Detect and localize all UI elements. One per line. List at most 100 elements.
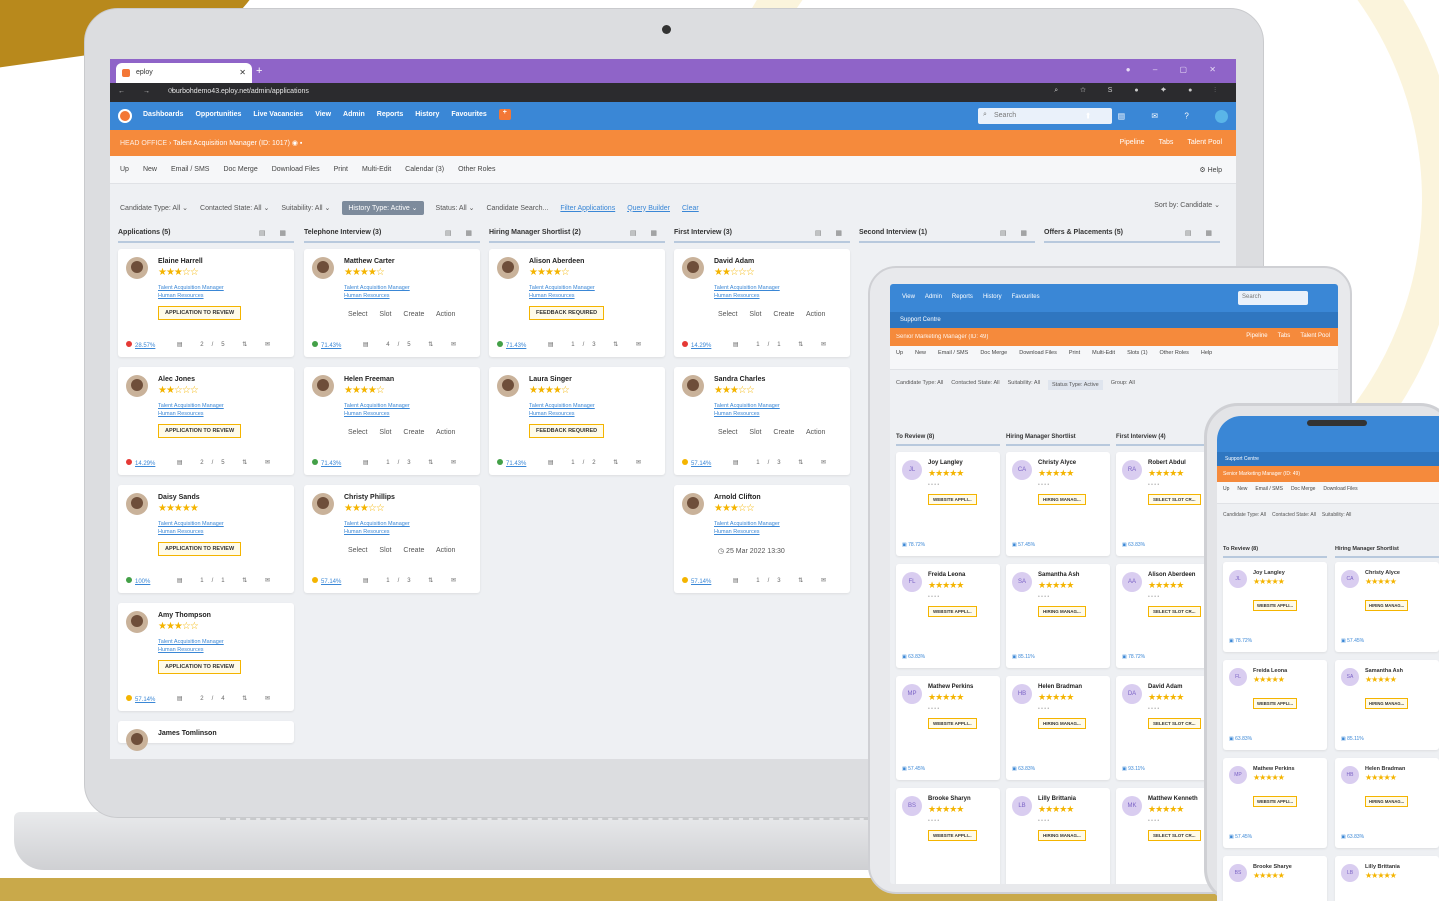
status-action-button[interactable]: SELECT SLOT CR... — [1148, 830, 1201, 841]
select-slot-actions[interactable]: Select Slot Create Action — [718, 429, 825, 436]
candidate-name[interactable]: Mathew Perkins — [1253, 766, 1295, 772]
match-percentage[interactable]: 57.14% — [691, 579, 711, 585]
match-percentage[interactable]: 100% — [135, 579, 150, 585]
user-avatar[interactable] — [1215, 110, 1228, 123]
breadcrumb[interactable]: HEAD OFFICE — [120, 140, 167, 147]
column-tools-icon[interactable]: ▤ ▦ — [630, 229, 663, 237]
tablet-nav-favourites[interactable]: Favourites — [1012, 294, 1040, 300]
status-action-button[interactable]: FEEDBACK REQUIRED — [529, 424, 605, 438]
status-action-button[interactable]: HIRING MANAG... — [1365, 698, 1409, 709]
role-department[interactable]: Human Resources — [158, 292, 268, 300]
link-clear[interactable]: Clear — [682, 205, 699, 212]
extension-icons[interactable]: ⌕ ☆ S ● ✦ ● ⋮ — [1054, 87, 1226, 95]
rating-stars[interactable]: ★★★☆☆ — [158, 267, 199, 278]
candidate-role-link[interactable]: Talent Acquisition Manager Human Resource… — [529, 402, 639, 418]
tablet-candidate-card[interactable]: HB Helen Bradman ★★★★★ • • • • HIRING MANAG.… — [1006, 676, 1110, 780]
rating-stars[interactable]: ★★★★☆ — [344, 385, 385, 396]
tablet-candidate-card[interactable]: MP Mathew Perkins ★★★★★ • • • • WEBSITE APPL… — [896, 676, 1000, 780]
match-percentage[interactable]: ▣ 63.83% — [1122, 542, 1145, 548]
role-department[interactable]: Human Resources — [714, 292, 824, 300]
role-title[interactable]: Talent Acquisition Manager — [714, 284, 824, 292]
candidate-card[interactable]: Alison Aberdeen ★★★★☆ Talent Acquisition M… — [489, 249, 665, 357]
candidate-role-link[interactable]: Talent Acquisition Manager Human Resource… — [344, 520, 454, 536]
role-title[interactable]: Talent Acquisition Manager — [158, 520, 268, 528]
candidate-name[interactable]: Alison Aberdeen — [1148, 572, 1195, 578]
phone-candidate-card[interactable]: MP Mathew Perkins ★★★★★ WEBSITE APPLI... ▣ 5… — [1223, 758, 1327, 848]
candidate-role-link[interactable]: Talent Acquisition Manager Human Resource… — [714, 284, 824, 300]
phone-toolbar-email-sms[interactable]: Email / SMS — [1255, 486, 1283, 499]
phone-candidate-card[interactable]: BS Brooke Sharye ★★★★★ — [1223, 856, 1327, 901]
role-title[interactable]: Talent Acquisition Manager — [158, 638, 268, 646]
role-department[interactable]: Human Resources — [714, 410, 824, 418]
candidate-name[interactable]: Joy Langley — [928, 460, 963, 466]
eye-icon[interactable]: ◉ — [292, 140, 298, 147]
rating-stars[interactable]: ★★★★★ — [1253, 675, 1285, 684]
tablet-toolbar-up[interactable]: Up — [896, 350, 903, 365]
status-action-button[interactable]: WEBSITE APPLI... — [1253, 796, 1297, 807]
rating-stars[interactable]: ★★★☆☆ — [714, 503, 755, 514]
status-action-button[interactable]: APPLICATION TO REVIEW — [158, 660, 242, 674]
status-action-button[interactable]: WEBSITE APPLI... — [928, 606, 977, 617]
tablet-filter-status-type[interactable]: Status Type: Active — [1048, 380, 1103, 390]
rating-stars[interactable]: ★★★★★ — [928, 692, 964, 703]
match-percentage[interactable]: ▣ 78.72% — [1122, 654, 1145, 660]
role-title[interactable]: Talent Acquisition Manager — [344, 402, 454, 410]
tablet-toolbar-slots-1[interactable]: Slots (1) — [1127, 350, 1147, 365]
phone-toolbar-up[interactable]: Up — [1223, 486, 1229, 499]
match-percentage[interactable]: 57.14% — [691, 461, 711, 467]
filter-candidate-type[interactable]: Candidate Type: All ⌄ — [120, 204, 188, 212]
rating-stars[interactable]: ★★★★☆ — [344, 267, 385, 278]
candidate-name[interactable]: Robert Abdul — [1148, 460, 1186, 466]
status-action-button[interactable]: SELECT SLOT CR... — [1148, 494, 1201, 505]
match-percentage[interactable]: ▣ 85.11% — [1012, 654, 1035, 660]
rating-stars[interactable]: ★★★★★ — [1038, 468, 1074, 479]
candidate-name[interactable]: Daisy Sands — [158, 494, 200, 501]
card-counter[interactable]: ▤ 2/5 ⇅ ✉ — [177, 341, 278, 348]
tablet-candidate-card[interactable]: BS Brooke Sharyn ★★★★★ • • • • WEBSITE APPLI… — [896, 788, 1000, 884]
status-action-button[interactable]: SELECT SLOT CR... — [1148, 606, 1201, 617]
status-action-button[interactable]: WEBSITE APPLI... — [1253, 698, 1297, 709]
status-action-button[interactable]: HIRING MANAG... — [1038, 830, 1086, 841]
candidate-name[interactable]: Christy Alyce — [1038, 460, 1076, 466]
column-tools-icon[interactable]: ▤ ▦ — [445, 229, 478, 237]
card-counter[interactable]: ▤ 4/5 ⇅ ✉ — [363, 341, 464, 348]
column-tools-icon[interactable]: ▤ ▦ — [259, 229, 292, 237]
rating-stars[interactable]: ★★★★☆ — [529, 385, 570, 396]
candidate-card[interactable]: Daisy Sands ★★★★★ Talent Acquisition Manag… — [118, 485, 294, 593]
toolbar-print[interactable]: Print — [334, 166, 348, 173]
candidate-name[interactable]: Helen Bradman — [1365, 766, 1405, 772]
candidate-name[interactable]: Sandra Charles — [714, 376, 765, 383]
link-filter-applications[interactable]: Filter Applications — [560, 205, 615, 212]
rating-stars[interactable]: ★★★☆☆ — [158, 621, 199, 632]
status-action-button[interactable]: APPLICATION TO REVIEW — [158, 424, 242, 438]
match-percentage[interactable]: 57.14% — [321, 579, 341, 585]
candidate-name[interactable]: Brooke Sharye — [1253, 864, 1292, 870]
nav-item-reports[interactable]: Reports — [377, 111, 403, 120]
candidate-role-link[interactable]: Talent Acquisition Manager Human Resource… — [158, 284, 268, 300]
candidate-name[interactable]: Brooke Sharyn — [928, 796, 971, 802]
status-action-button[interactable]: HIRING MANAG... — [1365, 600, 1409, 611]
candidate-card[interactable]: Elaine Harrell ★★★☆☆ Talent Acquisition Ma… — [118, 249, 294, 357]
match-percentage[interactable]: ▣ 63.83% — [1229, 736, 1252, 742]
role-department[interactable]: Human Resources — [529, 292, 639, 300]
candidate-name[interactable]: David Adam — [714, 258, 754, 265]
url-field[interactable]: burbohdemo43.eploy.net/admin/application… — [172, 88, 309, 95]
match-percentage[interactable]: ▣ 57.45% — [1229, 834, 1252, 840]
column-tools-icon[interactable]: ▤ ▦ — [1185, 229, 1218, 237]
match-percentage[interactable]: ▣ 63.83% — [1012, 766, 1035, 772]
card-counter[interactable]: ▤ 1/3 ⇅ ✉ — [733, 577, 834, 584]
role-title[interactable]: Talent Acquisition Manager — [344, 520, 454, 528]
nav-item-opportunities[interactable]: Opportunities — [195, 111, 241, 120]
rating-stars[interactable]: ★★★★★ — [1365, 577, 1397, 586]
candidate-role-link[interactable]: Talent Acquisition Manager Human Resource… — [344, 402, 454, 418]
header-action-tabs[interactable]: Tabs — [1159, 139, 1174, 146]
card-counter[interactable]: ▤ 1/2 ⇅ ✉ — [548, 459, 649, 466]
match-percentage[interactable]: ▣ 78.72% — [902, 542, 925, 548]
status-action-button[interactable]: WEBSITE APPLI... — [1253, 600, 1297, 611]
role-title[interactable]: Talent Acquisition Manager — [529, 402, 639, 410]
match-percentage[interactable]: 71.43% — [321, 461, 341, 467]
rating-stars[interactable]: ★★★★☆ — [529, 267, 570, 278]
select-slot-actions[interactable]: Select Slot Create Action — [348, 311, 455, 318]
tablet-filter-candidate-type[interactable]: Candidate Type: All — [896, 380, 943, 390]
rating-stars[interactable]: ★★★★★ — [1253, 773, 1285, 782]
